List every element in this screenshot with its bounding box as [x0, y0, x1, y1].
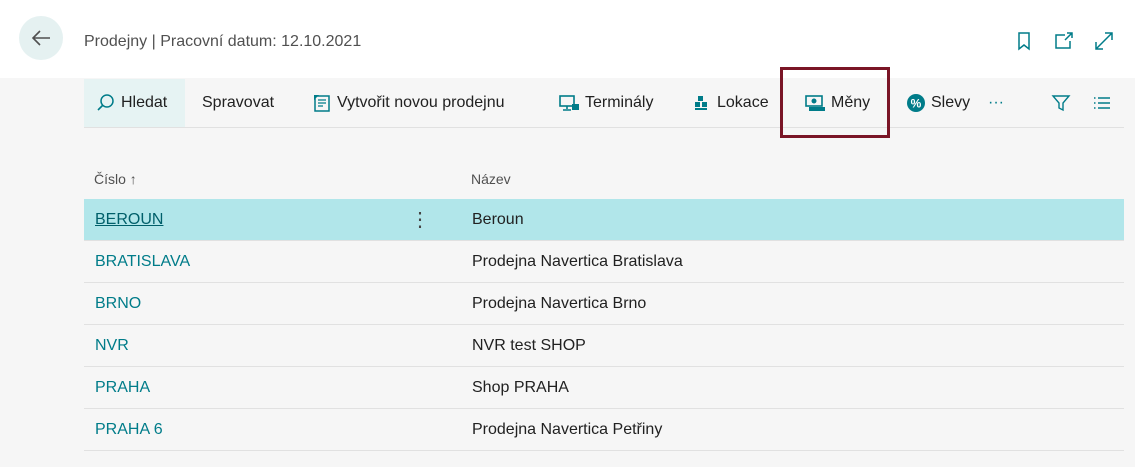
filter-icon — [1051, 95, 1071, 112]
currency-icon — [805, 95, 825, 111]
terminals-button[interactable]: Terminály — [558, 79, 653, 127]
search-label: Hledat — [121, 94, 168, 111]
store-code-link[interactable]: NVR — [95, 337, 129, 355]
list-view-button[interactable] — [1092, 79, 1117, 127]
store-code-link[interactable]: BRNO — [95, 295, 141, 313]
store-code-link[interactable]: BEROUN — [95, 211, 163, 229]
action-bar: Hledat Spravovat Vytvořit novou prodejnu… — [84, 79, 1124, 128]
arrow-left-icon — [31, 30, 50, 46]
store-name: Shop PRAHA — [472, 379, 569, 396]
store-code-link[interactable]: PRAHA — [95, 379, 150, 397]
terminal-icon — [559, 95, 579, 111]
table-row[interactable]: PRAHA 6 Prodejna Navertica Petřiny — [84, 409, 1124, 451]
new-document-icon — [314, 95, 330, 112]
sort-ascending-icon: ↑ — [129, 171, 137, 187]
currencies-label: Měny — [831, 94, 871, 111]
bookmark-icon[interactable] — [1013, 30, 1035, 52]
column-header-code-label: Číslo — [94, 171, 126, 187]
store-name: Prodejna Navertica Petřiny — [472, 421, 663, 438]
list-icon — [1094, 97, 1110, 109]
store-table: BEROUN ⋮ Beroun BRATISLAVA Prodejna Nave… — [84, 199, 1124, 451]
locations-icon — [695, 96, 707, 110]
table-row[interactable]: PRAHA Shop PRAHA — [84, 367, 1124, 409]
column-header-code[interactable]: Číslo ↑ — [94, 171, 137, 187]
currencies-button[interactable]: Měny — [804, 79, 870, 127]
column-header-name-label: Název — [471, 171, 511, 187]
table-row[interactable]: BEROUN ⋮ Beroun — [84, 199, 1124, 241]
back-button[interactable] — [19, 16, 63, 60]
store-code-link[interactable]: BRATISLAVA — [95, 253, 190, 271]
store-name: NVR test SHOP — [472, 337, 586, 354]
locations-label: Lokace — [717, 94, 769, 111]
store-code-link[interactable]: PRAHA 6 — [95, 421, 163, 439]
svg-text:%: % — [911, 97, 922, 111]
manage-label: Spravovat — [202, 94, 275, 111]
more-icon: ··· — [988, 94, 1004, 111]
terminals-label: Terminály — [585, 94, 654, 111]
column-header-name[interactable]: Název — [471, 171, 511, 187]
store-name: Prodejna Navertica Bratislava — [472, 253, 683, 270]
new-store-label: Vytvořit novou prodejnu — [337, 94, 505, 111]
new-store-button[interactable]: Vytvořit novou prodejnu — [312, 79, 505, 127]
percent-icon: % — [907, 94, 925, 112]
discounts-label: Slevy — [931, 94, 971, 111]
store-name: Prodejna Navertica Brno — [472, 295, 647, 312]
store-name: Beroun — [472, 211, 524, 228]
search-button[interactable]: Hledat — [84, 79, 185, 127]
open-new-window-icon[interactable] — [1053, 30, 1075, 52]
more-actions-button[interactable]: ··· — [988, 79, 1004, 127]
discounts-button[interactable]: % Slevy — [906, 79, 970, 127]
search-icon — [97, 94, 114, 111]
expand-icon[interactable] — [1093, 30, 1115, 52]
row-menu-icon[interactable]: ⋮ — [410, 207, 430, 232]
table-row[interactable]: BRNO Prodejna Navertica Brno — [84, 283, 1124, 325]
table-row[interactable]: BRATISLAVA Prodejna Navertica Bratislava — [84, 241, 1124, 283]
table-row[interactable]: NVR NVR test SHOP — [84, 325, 1124, 367]
filter-button[interactable] — [1051, 79, 1076, 127]
page-header: Prodejny | Pracovní datum: 12.10.2021 — [0, 0, 1135, 78]
locations-button[interactable]: Lokace — [692, 79, 769, 127]
manage-button[interactable]: Spravovat — [202, 79, 274, 127]
page-title: Prodejny | Pracovní datum: 12.10.2021 — [84, 33, 362, 50]
